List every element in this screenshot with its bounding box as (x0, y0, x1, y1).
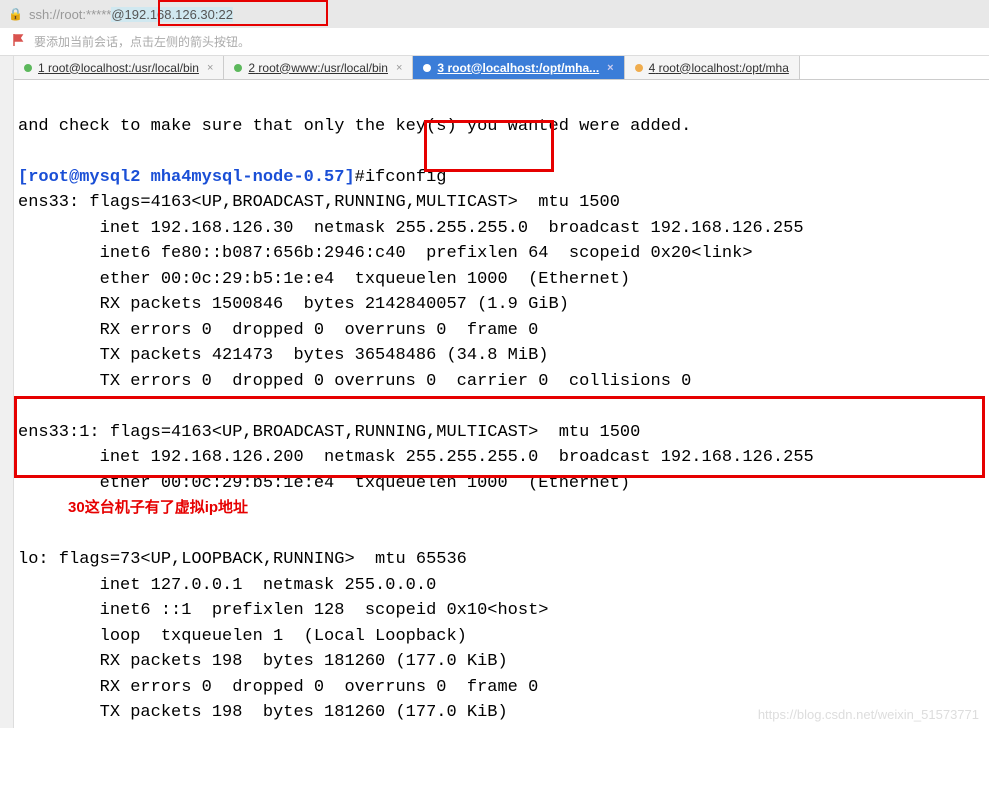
output-line: ens33:1: flags=4163<UP,BROADCAST,RUNNING… (18, 423, 640, 442)
output-line: inet 192.168.126.200 netmask 255.255.255… (18, 448, 814, 467)
output-line: inet 192.168.126.30 netmask 255.255.255.… (18, 219, 804, 238)
output-line: TX errors 0 dropped 0 overruns 0 carrier… (18, 372, 691, 391)
terminal-output[interactable]: and check to make sure that only the key… (14, 80, 989, 785)
tab-1[interactable]: 1 root@localhost:/usr/local/bin × (14, 56, 224, 79)
ssh-url-host: @192.168.126.30:22 (111, 7, 233, 22)
status-dot-icon (423, 64, 431, 72)
close-icon[interactable]: × (396, 62, 402, 74)
close-icon[interactable]: × (207, 62, 213, 74)
output-line: and check to make sure that only the key… (18, 117, 691, 136)
output-line: inet 127.0.0.1 netmask 255.0.0.0 (18, 576, 436, 595)
output-line: ether 00:0c:29:b5:1e:e4 txqueuelen 1000 … (18, 474, 630, 493)
tab-4[interactable]: 4 root@localhost:/opt/mha (625, 56, 800, 79)
output-line: ens33: flags=4163<UP,BROADCAST,RUNNING,M… (18, 193, 620, 212)
tab-bar: 1 root@localhost:/usr/local/bin × 2 root… (14, 56, 989, 80)
ssh-url-prefix: ssh://root:***** (29, 7, 111, 22)
output-line: RX errors 0 dropped 0 overruns 0 frame 0 (18, 321, 538, 340)
close-icon[interactable]: × (607, 62, 613, 74)
hint-text: 要添加当前会话，点击左侧的箭头按钮。 (34, 33, 250, 50)
output-line: inet6 ::1 prefixlen 128 scopeid 0x10<hos… (18, 601, 549, 620)
status-dot-icon (635, 64, 643, 72)
output-line: inet6 fe80::b087:656b:2946:c40 prefixlen… (18, 244, 753, 263)
lock-icon: 🔒 (8, 7, 23, 21)
output-line: RX packets 198 bytes 181260 (177.0 KiB) (18, 652, 508, 671)
annotation-text: 30这台机子有了虚拟ip地址 (18, 499, 248, 516)
watermark: https://blog.csdn.net/weixin_51573771 (758, 707, 979, 722)
shell-prompt: [root@mysql2 mha4mysql-node-0.57] (18, 168, 355, 187)
prompt-hash: # (355, 168, 365, 187)
output-line: RX errors 0 dropped 0 overruns 0 frame 0 (18, 678, 538, 697)
left-gutter (0, 56, 14, 728)
output-line: lo: flags=73<UP,LOOPBACK,RUNNING> mtu 65… (18, 550, 467, 569)
status-dot-icon (234, 64, 242, 72)
command-text: ifconfig (365, 168, 447, 187)
status-dot-icon (24, 64, 32, 72)
tab-3[interactable]: 3 root@localhost:/opt/mha... × (413, 56, 624, 79)
tab-2[interactable]: 2 root@www:/usr/local/bin × (224, 56, 413, 79)
output-line: TX packets 421473 bytes 36548486 (34.8 M… (18, 346, 549, 365)
hint-bar: 要添加当前会话，点击左侧的箭头按钮。 (0, 28, 989, 56)
output-line: RX packets 1500846 bytes 2142840057 (1.9… (18, 295, 569, 314)
output-line: ether 00:0c:29:b5:1e:e4 txqueuelen 1000 … (18, 270, 630, 289)
output-line: TX packets 198 bytes 181260 (177.0 KiB) (18, 703, 508, 722)
output-line: loop txqueuelen 1 (Local Loopback) (18, 627, 467, 646)
flag-icon (12, 33, 26, 50)
address-bar[interactable]: 🔒 ssh://root:*****@192.168.126.30:22 (0, 0, 989, 28)
